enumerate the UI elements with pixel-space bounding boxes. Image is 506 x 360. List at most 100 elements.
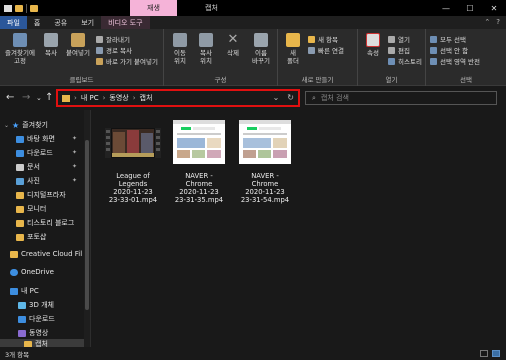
file-name: League of Legends 2020-11-23 23-33-01.mp… bbox=[108, 172, 158, 204]
pin-quick-access-button[interactable]: 즐겨찾기에 고정 bbox=[2, 33, 38, 65]
delete-button[interactable]: ✕ 삭제 bbox=[222, 33, 244, 58]
organize-group: 이동 위치 복사 위치 ✕ 삭제 이름 바꾸기 구성 bbox=[164, 29, 278, 86]
nav-item-documents[interactable]: 문서 bbox=[16, 162, 40, 172]
cube-icon bbox=[18, 301, 26, 309]
properties-icon[interactable] bbox=[4, 4, 12, 12]
tab-video-tools[interactable]: 비디오 도구 bbox=[101, 16, 150, 29]
video-thumbnail bbox=[171, 118, 227, 166]
tab-view[interactable]: 보기 bbox=[74, 16, 101, 29]
copy-button[interactable]: 복사 bbox=[40, 33, 62, 57]
file-item[interactable]: NAVER - Chrome 2020-11-23 23-31-54.mp4 bbox=[234, 118, 296, 204]
new-folder-button[interactable]: 새 폴더 bbox=[282, 33, 304, 65]
tab-file[interactable]: 파일 bbox=[0, 16, 27, 29]
breadcrumb-chevron-icon[interactable]: › bbox=[133, 94, 136, 102]
search-icon: ⌕ bbox=[312, 93, 316, 102]
properties-button[interactable]: 속성 bbox=[362, 33, 384, 57]
new-folder-icon[interactable] bbox=[15, 4, 23, 12]
breadcrumb-chevron-icon[interactable]: › bbox=[103, 94, 106, 102]
edit-button[interactable]: 편집 bbox=[388, 45, 410, 55]
scrollbar-thumb[interactable] bbox=[85, 140, 89, 310]
nav-onedrive[interactable]: OneDrive bbox=[10, 268, 54, 276]
close-button[interactable]: ✕ bbox=[482, 0, 506, 16]
new-item-button[interactable]: 새 항목 bbox=[308, 34, 338, 44]
nav-pc-downloads[interactable]: 다운로드 bbox=[18, 314, 55, 324]
cut-button[interactable]: 잘라내기 bbox=[96, 34, 130, 44]
refresh-icon[interactable]: ↻ bbox=[287, 93, 294, 102]
video-thumbnail-image bbox=[239, 120, 291, 164]
nav-videos[interactable]: 동영상 bbox=[18, 328, 48, 338]
select-group-label: 선택 bbox=[460, 76, 472, 84]
tab-home[interactable]: 홈 bbox=[27, 16, 47, 29]
recent-locations-chevron-icon[interactable]: ⌄ bbox=[36, 94, 42, 102]
history-button[interactable]: 히스토리 bbox=[388, 56, 422, 66]
breadcrumb-captures[interactable]: 캡처 bbox=[140, 93, 153, 103]
status-bar: 3개 항목 bbox=[0, 347, 506, 360]
open-icon bbox=[388, 35, 395, 43]
large-icons-view-icon[interactable] bbox=[492, 350, 500, 357]
easy-access-icon bbox=[308, 46, 315, 54]
file-name: NAVER - Chrome 2020-11-23 23-31-54.mp4 bbox=[240, 172, 290, 204]
nav-item-digital-plaza[interactable]: 디지털프라자 bbox=[16, 190, 66, 200]
tab-share[interactable]: 공유 bbox=[47, 16, 74, 29]
select-none-icon bbox=[430, 46, 437, 54]
nav-3d-objects[interactable]: 3D 개체 bbox=[18, 300, 54, 310]
paste-shortcut-icon bbox=[96, 57, 103, 65]
invert-selection-button[interactable]: 선택 영역 반전 bbox=[430, 56, 480, 66]
rename-button[interactable]: 이름 바꾸기 bbox=[248, 33, 274, 65]
window-title: 캡처 bbox=[205, 4, 218, 12]
nav-captures[interactable]: 캡처 bbox=[0, 339, 84, 347]
address-dropdown-icon[interactable]: ⌄ bbox=[273, 93, 280, 102]
nav-item-desktop[interactable]: 바탕 화면 bbox=[16, 134, 55, 144]
address-bar[interactable]: › 내 PC › 동영상 › 캡처 ⌄ ↻ bbox=[56, 89, 300, 107]
minimize-button[interactable]: — bbox=[434, 0, 458, 16]
pictures-icon bbox=[16, 177, 24, 185]
maximize-button[interactable]: ☐ bbox=[458, 0, 482, 16]
breadcrumb-chevron-icon[interactable]: › bbox=[74, 94, 77, 102]
context-tab-play-header[interactable]: 재생 bbox=[130, 0, 177, 16]
nav-item-pictures[interactable]: 사진 bbox=[16, 176, 40, 186]
open-button[interactable]: 열기 bbox=[388, 34, 410, 44]
divider bbox=[26, 3, 27, 13]
folder-icon bbox=[16, 191, 24, 199]
select-all-button[interactable]: 모두 선택 bbox=[430, 34, 466, 44]
file-list: League of Legends 2020-11-23 23-33-01.mp… bbox=[92, 110, 506, 347]
nav-item-monitor[interactable]: 모니터 bbox=[16, 204, 46, 214]
chevron-down-icon[interactable]: ⌄ bbox=[4, 122, 9, 129]
documents-icon bbox=[16, 163, 24, 171]
video-thumbnail-image bbox=[173, 120, 225, 164]
nav-quick-access[interactable]: ⌄ ★ 즐겨찾기 bbox=[4, 120, 48, 130]
pin-icon bbox=[13, 33, 27, 47]
search-placeholder: 캡처 검색 bbox=[320, 94, 349, 102]
new-group: 새 폴더 새 항목 빠른 연결 새로 만들기 bbox=[278, 29, 358, 86]
file-item[interactable]: NAVER - Chrome 2020-11-23 23-31-35.mp4 bbox=[168, 118, 230, 204]
nav-item-photoshop[interactable]: 포토샵 bbox=[16, 232, 46, 242]
breadcrumb-videos[interactable]: 동영상 bbox=[109, 93, 128, 103]
rename-icon bbox=[254, 33, 268, 47]
nav-item-downloads[interactable]: 다운로드 bbox=[16, 148, 53, 158]
breadcrumb-this-pc[interactable]: 내 PC bbox=[81, 93, 99, 103]
up-arrow-icon[interactable]: ↑ bbox=[45, 92, 53, 103]
collapse-ribbon-icon[interactable]: ⌃ bbox=[484, 18, 490, 26]
copy-path-button[interactable]: 경로 복사 bbox=[96, 45, 132, 55]
select-none-button[interactable]: 선택 안 함 bbox=[430, 45, 468, 55]
paste-shortcut-button[interactable]: 바로 가기 붙여넣기 bbox=[96, 56, 158, 66]
nav-creative-cloud[interactable]: Creative Cloud Fil bbox=[10, 250, 82, 258]
clipboard-group: 즐겨찾기에 고정 복사 붙여넣기 잘라내기 경로 복사 바로 가기 붙여넣기 클… bbox=[0, 29, 164, 86]
edit-icon bbox=[388, 46, 395, 54]
copy-to-button[interactable]: 복사 위치 bbox=[194, 33, 218, 65]
paste-button[interactable]: 붙여넣기 bbox=[64, 33, 92, 57]
ribbon-tabs: 파일 홈 공유 보기 비디오 도구 ⌃ ? bbox=[0, 16, 506, 29]
move-to-button[interactable]: 이동 위치 bbox=[168, 33, 192, 65]
file-name: NAVER - Chrome 2020-11-23 23-31-35.mp4 bbox=[174, 172, 224, 204]
easy-access-button[interactable]: 빠른 연결 bbox=[308, 45, 344, 55]
details-view-icon[interactable] bbox=[480, 350, 488, 357]
help-icon[interactable]: ? bbox=[496, 18, 500, 26]
nav-this-pc[interactable]: 내 PC bbox=[10, 286, 39, 296]
pin-icon: ✦ bbox=[72, 163, 78, 170]
file-item[interactable]: League of Legends 2020-11-23 23-33-01.mp… bbox=[102, 118, 164, 204]
select-group: 모두 선택 선택 안 함 선택 영역 반전 선택 bbox=[426, 29, 506, 86]
nav-item-tistory-blog[interactable]: 티스토리 블로그 bbox=[16, 218, 74, 228]
back-arrow-icon[interactable]: ← bbox=[6, 92, 14, 103]
forward-arrow-icon[interactable]: → bbox=[22, 92, 30, 103]
search-input[interactable]: ⌕ 캡처 검색 bbox=[305, 91, 497, 105]
